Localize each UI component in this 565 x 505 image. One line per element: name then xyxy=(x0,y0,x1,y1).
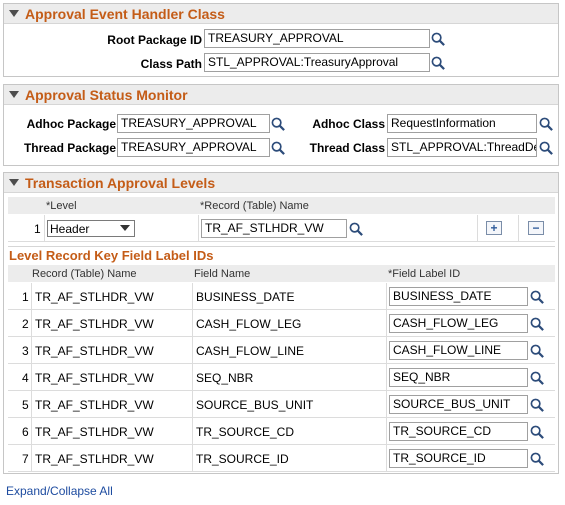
magnifier-icon[interactable] xyxy=(530,425,546,441)
field-name: TR_SOURCE_CD xyxy=(196,424,295,439)
col-field: Field Name xyxy=(194,267,251,280)
field-label-input[interactable]: TR_SOURCE_ID xyxy=(389,449,528,468)
row-number: 1 xyxy=(34,221,41,236)
table-row: 6 TR_AF_STLHDR_VW TR_SOURCE_CD TR_SOURCE_CD xyxy=(8,418,555,445)
field-label-input[interactable]: BUSINESS_DATE xyxy=(389,287,528,306)
record-input[interactable]: TR_AF_STLHDR_VW xyxy=(201,219,347,238)
magnifier-icon[interactable] xyxy=(530,317,546,333)
triangle-down-icon[interactable] xyxy=(9,91,19,98)
row-number: 7 xyxy=(22,451,29,466)
thread-package-label: Thread Package xyxy=(23,141,116,155)
magnifier-icon[interactable] xyxy=(539,117,555,133)
adhoc-package-label: Adhoc Package xyxy=(26,117,116,131)
keyfields-grid-header: Record (Table) Name Field Name *Field La… xyxy=(8,265,555,282)
field-label-input[interactable]: SEQ_NBR xyxy=(389,368,528,387)
approval-levels-header[interactable]: Transaction Approval Levels xyxy=(4,173,558,193)
adhoc-class-input[interactable]: RequestInformation xyxy=(387,114,537,133)
magnifier-icon[interactable] xyxy=(431,32,447,48)
row-number: 4 xyxy=(22,370,29,385)
magnifier-icon[interactable] xyxy=(431,56,447,72)
root-package-input[interactable]: TREASURY_APPROVAL xyxy=(204,29,430,48)
table-row: 7 TR_AF_STLHDR_VW TR_SOURCE_ID TR_SOURCE_ID xyxy=(8,445,555,472)
magnifier-icon[interactable] xyxy=(530,344,546,360)
status-monitor-header[interactable]: Approval Status Monitor xyxy=(4,85,558,105)
thread-package-input[interactable]: TREASURY_APPROVAL xyxy=(117,138,270,157)
record-name: TR_AF_STLHDR_VW xyxy=(35,370,154,385)
record-name: TR_AF_STLHDR_VW xyxy=(35,424,154,439)
magnifier-icon[interactable] xyxy=(530,371,546,387)
field-label-input[interactable]: TR_SOURCE_CD xyxy=(389,422,528,441)
field-name: CASH_FLOW_LEG xyxy=(196,316,302,331)
root-package-label: Root Package ID xyxy=(107,33,202,47)
adhoc-class-label: Adhoc Class xyxy=(312,117,385,131)
row-number: 5 xyxy=(22,397,29,412)
col-record: Record (Table) Name xyxy=(32,267,137,280)
class-path-input[interactable]: STL_APPROVAL:TreasuryApproval xyxy=(204,53,430,72)
field-label-input[interactable]: CASH_FLOW_LEG xyxy=(389,314,528,333)
add-row-button[interactable]: + xyxy=(486,221,502,235)
magnifier-icon[interactable] xyxy=(349,222,365,238)
row-number: 6 xyxy=(22,424,29,439)
record-name: TR_AF_STLHDR_VW xyxy=(35,343,154,358)
thread-class-label: Thread Class xyxy=(309,141,385,155)
table-row: 4 TR_AF_STLHDR_VW SEQ_NBR SEQ_NBR xyxy=(8,364,555,391)
expand-collapse-link[interactable]: Expand/Collapse All xyxy=(6,484,113,498)
magnifier-icon[interactable] xyxy=(530,452,546,468)
table-row: 1 TR_AF_STLHDR_VW BUSINESS_DATE BUSINESS_DA… xyxy=(8,283,555,310)
field-label-input[interactable]: CASH_FLOW_LINE xyxy=(389,341,528,360)
remove-row-button[interactable]: − xyxy=(528,221,544,235)
row-number: 2 xyxy=(22,316,29,331)
record-name: TR_AF_STLHDR_VW xyxy=(35,397,154,412)
levels-row: 1 Header TR_AF_STLHDR_VW + − xyxy=(8,215,555,242)
keyfields-title: Level Record Key Field Label IDs xyxy=(9,248,214,263)
section-title: Approval Event Handler Class xyxy=(25,5,225,22)
triangle-down-icon[interactable] xyxy=(9,10,19,17)
levels-grid-header: *Level *Record (Table) Name xyxy=(8,197,555,214)
keyfields-title-bar: Level Record Key Field Label IDs xyxy=(8,246,555,264)
magnifier-icon[interactable] xyxy=(539,141,555,157)
row-number: 3 xyxy=(22,343,29,358)
field-name: SOURCE_BUS_UNIT xyxy=(196,397,314,412)
magnifier-icon[interactable] xyxy=(271,141,287,157)
field-label-input[interactable]: SOURCE_BUS_UNIT xyxy=(389,395,528,414)
field-name: SEQ_NBR xyxy=(196,370,254,385)
magnifier-icon[interactable] xyxy=(271,117,287,133)
event-handler-header[interactable]: Approval Event Handler Class xyxy=(4,4,558,24)
col-label: *Field Label ID xyxy=(388,267,461,280)
record-name: TR_AF_STLHDR_VW xyxy=(35,316,154,331)
status-monitor-section: Approval Status Monitor Adhoc Package TR… xyxy=(3,84,559,166)
level-select[interactable]: Header xyxy=(47,220,135,237)
magnifier-icon[interactable] xyxy=(530,398,546,414)
field-name: CASH_FLOW_LINE xyxy=(196,343,305,358)
section-title: Approval Status Monitor xyxy=(25,86,188,103)
col-level: *Level xyxy=(46,199,77,212)
event-handler-section: Approval Event Handler Class Root Packag… xyxy=(3,3,559,77)
col-record: *Record (Table) Name xyxy=(200,199,309,212)
section-title: Transaction Approval Levels xyxy=(25,174,216,191)
thread-class-input[interactable]: STL_APPROVAL:ThreadDe xyxy=(387,138,537,157)
table-row: 2 TR_AF_STLHDR_VW CASH_FLOW_LEG CASH_FLOW_L… xyxy=(8,310,555,337)
row-number: 1 xyxy=(22,289,29,304)
table-row: 5 TR_AF_STLHDR_VW SOURCE_BUS_UNIT SOURCE_BU… xyxy=(8,391,555,418)
table-row: 3 TR_AF_STLHDR_VW CASH_FLOW_LINE CASH_FLOW_… xyxy=(8,337,555,364)
level-select-value: Header xyxy=(50,221,90,236)
record-name: TR_AF_STLHDR_VW xyxy=(35,289,154,304)
field-name: TR_SOURCE_ID xyxy=(196,451,289,466)
field-name: BUSINESS_DATE xyxy=(196,289,295,304)
class-path-label: Class Path xyxy=(140,57,202,71)
approval-levels-section: Transaction Approval Levels *Level *Reco… xyxy=(3,172,559,474)
triangle-down-icon[interactable] xyxy=(9,179,19,186)
record-name: TR_AF_STLHDR_VW xyxy=(35,451,154,466)
chevron-down-icon[interactable] xyxy=(120,225,130,231)
adhoc-package-input[interactable]: TREASURY_APPROVAL xyxy=(117,114,270,133)
magnifier-icon[interactable] xyxy=(530,290,546,306)
